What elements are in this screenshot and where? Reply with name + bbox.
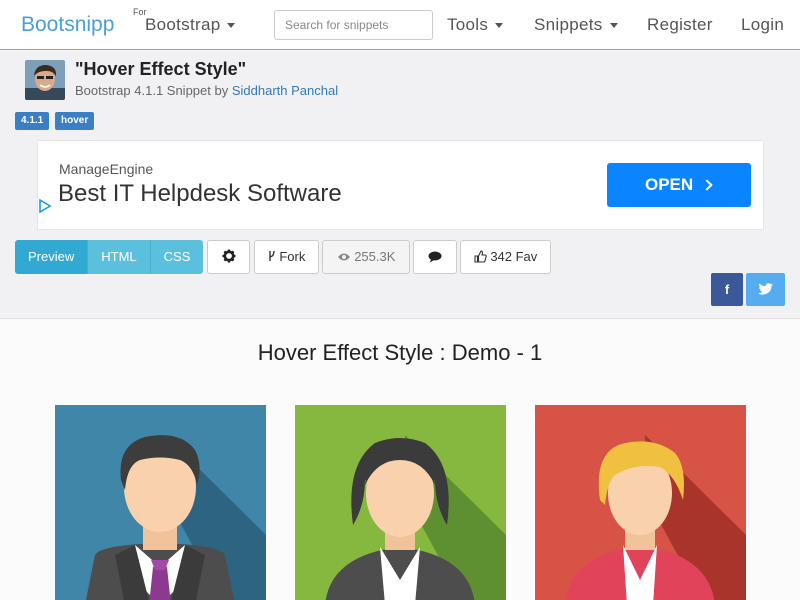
tag-hover[interactable]: hover xyxy=(55,112,95,130)
search-input[interactable] xyxy=(274,10,433,40)
comments-button[interactable] xyxy=(413,240,457,274)
fork-label: Fork xyxy=(279,249,306,264)
tab-preview[interactable]: Preview xyxy=(15,240,89,274)
snippets-label: Snippets xyxy=(534,15,603,34)
facebook-share-button[interactable]: f xyxy=(711,273,743,306)
ad-brand: ManageEngine xyxy=(59,161,154,177)
caret-down-icon xyxy=(495,23,504,29)
fork-button[interactable]: Fork xyxy=(254,240,319,274)
fork-icon xyxy=(268,250,275,261)
author-link[interactable]: Siddharth Panchal xyxy=(232,83,338,98)
views-count: 255.3K xyxy=(322,240,410,274)
demo-title: Hover Effect Style : Demo - 1 xyxy=(257,340,543,365)
man-avatar-image xyxy=(55,405,266,600)
ad-choices-icon[interactable] xyxy=(38,198,52,214)
view-tabs: Preview HTML CSS xyxy=(15,240,204,274)
author-avatar[interactable] xyxy=(25,60,65,100)
ad-open-label: OPEN xyxy=(645,175,694,194)
favorite-label: 342 Fav xyxy=(490,249,538,264)
comment-icon xyxy=(428,251,442,263)
tab-css[interactable]: CSS xyxy=(150,240,204,274)
snippet-subtitle: Bootstrap 4.1.1 Snippet by Siddharth Pan… xyxy=(75,83,338,98)
views-label: 255.3K xyxy=(354,249,396,264)
ad-headline[interactable]: Best IT Helpdesk Software xyxy=(58,180,342,208)
woman-avatar-image xyxy=(295,405,506,600)
chevron-right-icon xyxy=(701,179,713,191)
thumbs-up-icon xyxy=(474,250,487,263)
tools-dropdown[interactable]: Tools xyxy=(447,15,504,35)
settings-button[interactable] xyxy=(207,240,250,274)
snippet-title: "Hover Effect Style" xyxy=(75,59,247,79)
caret-down-icon xyxy=(609,23,618,29)
twitter-icon xyxy=(758,283,773,295)
facebook-icon: f xyxy=(724,282,730,297)
ad-open-button[interactable]: OPEN xyxy=(607,163,751,207)
snippet-header: "Hover Effect Style" Bootstrap 4.1.1 Sni… xyxy=(0,51,800,319)
twitter-share-button[interactable] xyxy=(746,273,785,306)
profile-card-3[interactable] xyxy=(535,405,746,600)
tag-version[interactable]: 4.1.1 xyxy=(15,112,50,130)
gear-icon xyxy=(222,249,235,263)
register-link[interactable]: Register xyxy=(647,15,713,35)
profile-card-1[interactable] xyxy=(55,405,266,600)
navbar: Bootsnipp For Bootstrap Tools Snippets R… xyxy=(0,0,800,50)
advertisement[interactable]: ManageEngine Best IT Helpdesk Software O… xyxy=(37,140,764,230)
blonde-woman-avatar-image xyxy=(535,405,746,600)
bootstrap-label: Bootstrap xyxy=(145,15,221,34)
tools-label: Tools xyxy=(447,15,489,34)
snippets-dropdown[interactable]: Snippets xyxy=(534,15,618,35)
eye-icon xyxy=(337,253,350,261)
caret-down-icon xyxy=(227,23,236,29)
tab-html[interactable]: HTML xyxy=(88,240,151,274)
snippet-version: Bootstrap 4.1.1 Snippet by xyxy=(75,83,229,98)
bootstrap-dropdown[interactable]: Bootstrap xyxy=(145,15,236,35)
brand-logo[interactable]: Bootsnipp xyxy=(21,13,114,37)
favorite-button[interactable]: 342 Fav xyxy=(460,240,551,274)
profile-card-2[interactable] xyxy=(295,405,506,600)
login-link[interactable]: Login xyxy=(741,15,784,35)
